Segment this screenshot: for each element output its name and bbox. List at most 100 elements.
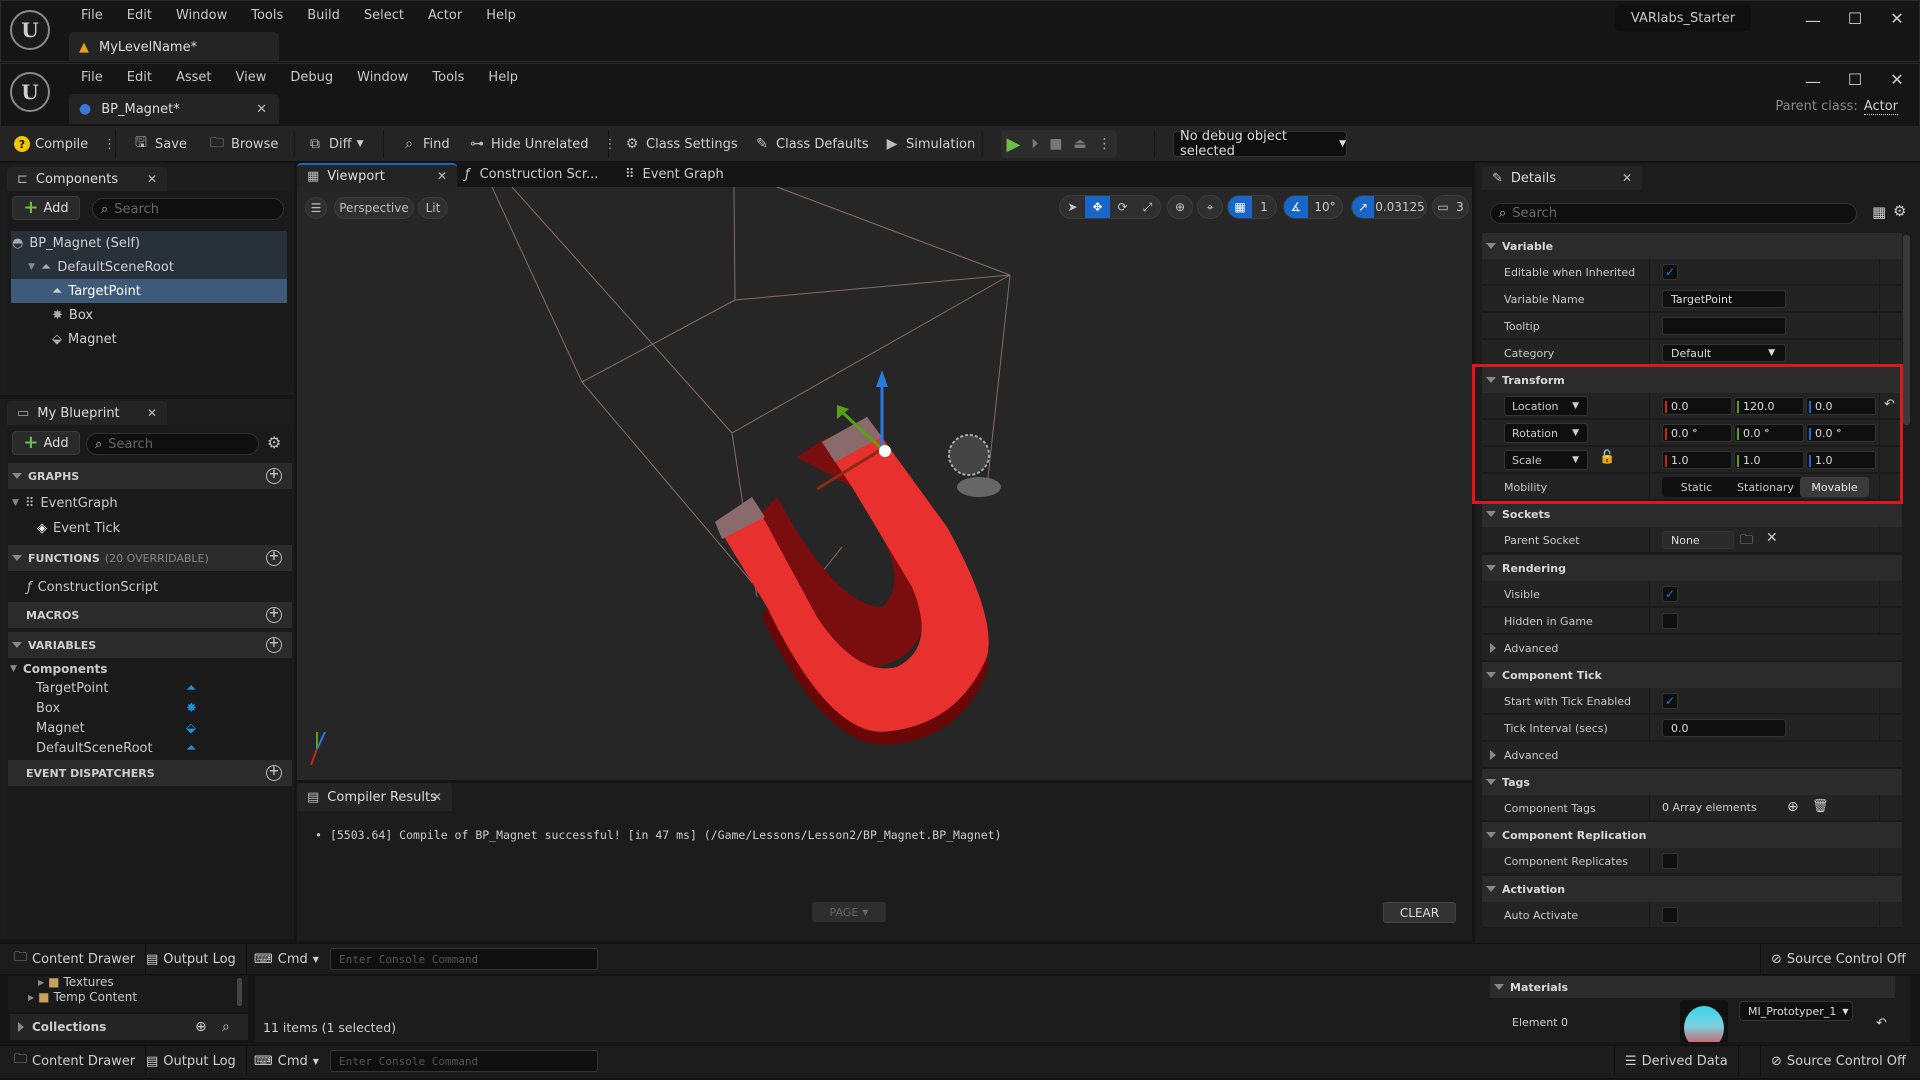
section-tags[interactable]: Tags [1482,769,1902,795]
close-tab-icon[interactable]: ✕ [1622,171,1632,185]
class-defaults-button[interactable]: ✎ Class Defaults [753,126,868,162]
add-dispatcher-icon[interactable]: + [266,765,282,781]
tooltip-input[interactable] [1662,317,1786,335]
table-view-icon[interactable]: ▦ [1872,203,1886,221]
parent-class-link[interactable]: Actor [1863,99,1898,115]
variable-item[interactable]: TargetPoint ⏶ [36,678,236,698]
content-drawer-button[interactable]: 🗀 Content Drawer [4,1046,147,1076]
menu-view[interactable]: View [224,70,279,85]
surface-snap-button[interactable]: ⌖ [1197,195,1223,219]
event-tick-item[interactable]: ◈ Event Tick [37,518,120,538]
close-button[interactable]: ✕ [1882,70,1912,89]
menu-build[interactable]: Build [295,8,352,23]
start-tick-checkbox[interactable]: ✓ [1662,693,1678,709]
page-button[interactable]: PAGE ▼ [812,902,886,922]
cmd-dropdown[interactable]: ⌨ Cmd ▼ [244,1046,329,1076]
event-graph-item[interactable]: ▼ ⠿ EventGraph [12,493,118,513]
collections-header[interactable]: Collections ⊕ ⌕ [10,1014,248,1040]
play-options-icon[interactable]: ⋮ [1098,136,1112,152]
clear-icon[interactable]: ✕ [1766,530,1778,546]
class-settings-button[interactable]: ⚙ Class Settings [623,126,738,162]
editable-checkbox[interactable]: ✓ [1662,264,1678,280]
menu-actor[interactable]: Actor [416,8,474,23]
details-tab[interactable]: ✎ Details ✕ [1482,166,1642,190]
menu-debug[interactable]: Debug [278,70,345,85]
coordinate-system-button[interactable]: ⊕ [1167,195,1193,219]
tree-item-box[interactable]: ✸ Box [12,303,287,327]
menu-edit[interactable]: Edit [115,70,164,85]
select-tool-icon[interactable]: ➤ [1060,196,1085,218]
close-tab-icon[interactable]: ✕ [256,102,267,117]
menu-file[interactable]: File [69,70,115,85]
content-drawer-button[interactable]: 🗀 Content Drawer [4,944,147,974]
menu-help[interactable]: Help [474,8,528,23]
diff-button[interactable]: ⧉ Diff ▼ [306,126,364,162]
tree-item-self[interactable]: ◓ BP_Magnet (Self) [12,231,287,255]
tree-item-defaultsceneroot[interactable]: ▼ ⏶ DefaultSceneRoot [12,255,287,279]
variable-item[interactable]: Box ✸ [36,698,236,718]
grid-snap-control[interactable]: ▦ 1 [1227,195,1277,219]
menu-edit[interactable]: Edit [115,8,164,23]
cmd-dropdown[interactable]: ⌨ Cmd ▼ [244,944,329,974]
blueprint-doc-tab[interactable]: ● BP_Magnet* ✕ [69,94,279,124]
my-blueprint-tab[interactable]: ▭ My Blueprint ✕ [7,401,167,425]
scale-snap-control[interactable]: ↗ 0.03125 [1351,195,1427,219]
save-button[interactable]: 🖫 Save [132,126,187,162]
unreal-logo-icon[interactable]: U [10,72,50,112]
menu-window[interactable]: Window [164,8,239,23]
close-tab-icon[interactable]: ✕ [437,169,447,183]
variable-item[interactable]: DefaultSceneRoot ⏶ [36,738,236,758]
variable-name-input[interactable]: TargetPoint [1662,290,1786,308]
material-dropdown[interactable]: MI_Prototyper_1 ▼ [1739,1001,1853,1021]
tab-event-graph[interactable]: ⠿ Event Graph [625,167,724,182]
rotate-tool-icon[interactable]: ⟳ [1110,196,1135,218]
folder-temp-content[interactable]: ▶ ■ Temp Content [28,987,137,1007]
output-log-button[interactable]: ▤ Output Log [136,1046,247,1076]
tree-item-targetpoint[interactable]: ⏶ TargetPoint [12,279,287,303]
section-activation[interactable]: Activation [1482,876,1902,902]
auto-activate-checkbox[interactable] [1662,907,1678,923]
lighting-mode-button[interactable]: Lit [418,197,448,219]
console-command-input[interactable]: Enter Console Command [330,948,598,970]
row-rendering-advanced[interactable]: Advanced [1482,635,1902,661]
search-icon[interactable]: ⌕ [222,1019,230,1035]
camera-speed-control[interactable]: ▭ 3 [1432,195,1469,219]
replicates-checkbox[interactable] [1662,853,1678,869]
tab-construction-script[interactable]: ƒ Construction Scr... [465,167,598,182]
level-tab[interactable]: ▲ MyLevelName* [69,32,279,62]
section-graphs[interactable]: GRAPHS + [8,463,292,489]
derived-data-button[interactable]: ☰ Derived Data [1614,1046,1739,1076]
menu-asset[interactable]: Asset [164,70,224,85]
my-blueprint-search[interactable]: ⌕ Search [86,433,259,455]
details-search[interactable]: ⌕ Search [1490,203,1857,224]
close-tab-icon[interactable]: ✕ [432,790,442,804]
section-component-tick[interactable]: Component Tick [1482,662,1902,688]
settings-gear-icon[interactable]: ⚙ [1893,202,1906,220]
find-button[interactable]: ⌕ Find [400,126,450,162]
unreal-logo-icon[interactable]: U [10,10,50,50]
minimize-button[interactable]: — [1798,11,1828,30]
browse-socket-icon[interactable]: 🗀 [1740,531,1753,553]
section-variables[interactable]: VARIABLES + [8,632,292,658]
rotation-snap-control[interactable]: ∡ 10° [1283,195,1343,219]
step-icon[interactable]: ⏵ [1031,136,1038,152]
close-tab-icon[interactable]: ✕ [147,172,157,186]
console-command-input[interactable]: Enter Console Command [330,1050,598,1072]
section-macros[interactable]: MACROS + [8,602,292,628]
output-log-button[interactable]: ▤ Output Log [136,944,247,974]
add-collection-icon[interactable]: ⊕ [195,1019,207,1035]
translate-tool-icon[interactable]: ✥ [1085,196,1110,218]
add-function-icon[interactable]: + [266,550,282,566]
row-tick-advanced[interactable]: Advanced [1482,742,1902,768]
compile-button[interactable]: ? Compile ⋮ [14,126,116,162]
add-variable-icon[interactable]: + [266,637,282,653]
section-materials[interactable]: Materials [1490,976,1895,998]
visible-checkbox[interactable]: ✓ [1662,586,1678,602]
hide-unrelated-button[interactable]: ⊶ Hide Unrelated ⋮ [468,126,617,162]
scale-tool-icon[interactable]: ⤢ [1135,196,1160,218]
section-component-replication[interactable]: Component Replication [1482,822,1902,848]
viewport-options-button[interactable]: ☰ [305,197,327,219]
view-mode-button[interactable]: Perspective [334,197,414,219]
folder-scrollbar[interactable] [237,978,242,1006]
clear-button[interactable]: CLEAR [1383,902,1456,923]
